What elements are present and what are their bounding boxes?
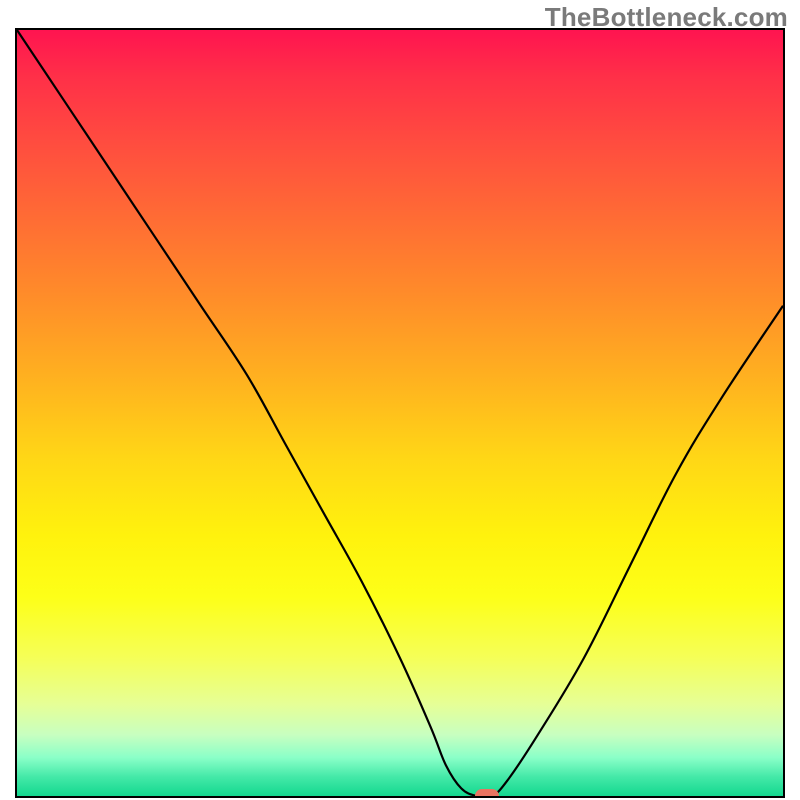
plot-area	[15, 28, 785, 798]
watermark-text: TheBottleneck.com	[545, 2, 788, 33]
selected-point-marker	[475, 789, 499, 798]
chart-frame: TheBottleneck.com	[0, 0, 800, 800]
bottleneck-curve	[17, 30, 783, 796]
